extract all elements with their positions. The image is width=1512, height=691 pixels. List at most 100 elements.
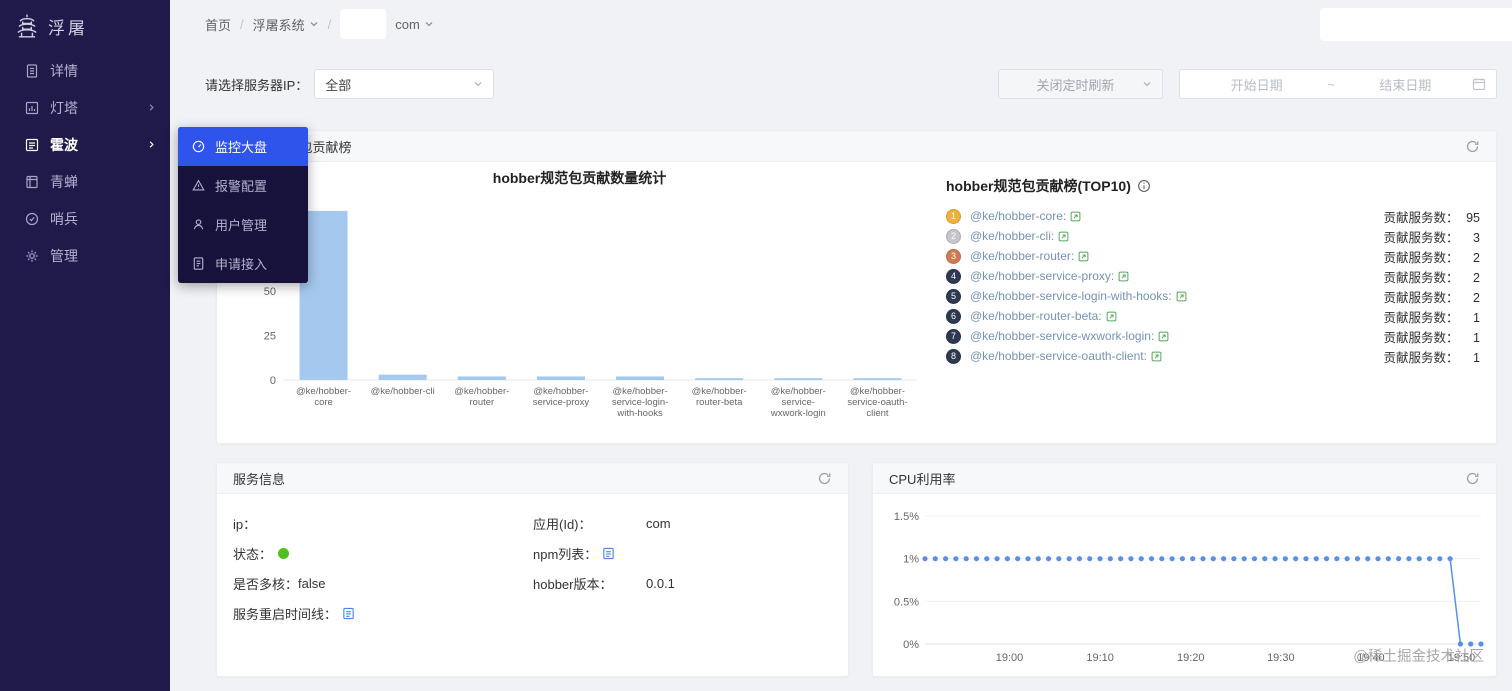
svg-text:core: core — [314, 397, 332, 408]
svg-text:19:30: 19:30 — [1267, 652, 1295, 664]
npm-list-icon[interactable] — [602, 547, 615, 560]
watermark: @稀土掘金技术社区 — [1353, 649, 1484, 665]
svg-text:@ke/hobber-: @ke/hobber- — [296, 386, 351, 397]
package-name[interactable]: @ke/hobber-cli: — [970, 229, 1054, 243]
top10-section: hobber规范包贡献榜(TOP10) 1 @ke/hobber-core: 贡献服… — [942, 162, 1496, 428]
auto-refresh-value: 关闭定时刷新 — [1036, 77, 1115, 93]
submenu-item-users[interactable]: 用户管理 — [178, 205, 308, 244]
sidebar-item-label: 详情 — [50, 62, 78, 79]
top10-title-text: hobber规范包贡献榜(TOP10) — [946, 178, 1131, 194]
sidebar-item-hobber[interactable]: 霍波 — [0, 126, 170, 163]
package-name[interactable]: @ke/hobber-service-login-with-hooks: — [970, 289, 1172, 303]
topbar: 首页 / 浮屠系统 / com — [170, 0, 1512, 48]
refresh-button[interactable] — [1465, 471, 1480, 486]
submenu-item-apply[interactable]: 申请接入 — [178, 244, 308, 283]
svg-text:router-beta: router-beta — [696, 397, 743, 408]
svg-text:@ke/hobber-: @ke/hobber- — [533, 386, 588, 397]
sidebar-item-manage[interactable]: 管理 — [0, 237, 170, 274]
svg-text:@ke/hobber-: @ke/hobber- — [454, 386, 509, 397]
package-link-icon[interactable] — [1151, 351, 1162, 362]
contribution-chart-section: hobber规范包贡献数量统计 0255075100@ke/hobber-cor… — [217, 162, 942, 428]
service-restart-row: 服务重启时间线： — [233, 598, 533, 628]
ip-label: ip： — [233, 516, 257, 532]
contribution-bar-chart: 0255075100@ke/hobber-core@ke/hobber-cli@… — [258, 197, 917, 419]
submenu-item-label: 报警配置 — [215, 179, 268, 194]
package-name[interactable]: @ke/hobber-service-oauth-client: — [970, 349, 1147, 363]
refresh-button[interactable] — [1465, 139, 1480, 154]
package-link-icon[interactable] — [1158, 331, 1169, 342]
date-separator: ~ — [1327, 76, 1335, 92]
package-name[interactable]: @ke/hobber-service-proxy: — [970, 269, 1114, 283]
service-empty-cell — [533, 598, 832, 628]
multicore-label: 是否多核： — [233, 576, 299, 592]
breadcrumb-system[interactable]: 浮屠系统 — [253, 15, 319, 34]
info-icon[interactable] — [1137, 179, 1151, 193]
svg-text:service-proxy: service-proxy — [533, 397, 590, 408]
top10-item: 5 @ke/hobber-service-login-with-hooks: 贡献服… — [946, 286, 1480, 306]
restart-timeline-icon[interactable] — [342, 607, 355, 620]
service-multicore-row: 是否多核： false — [233, 568, 533, 598]
status-label: 状态： — [233, 546, 273, 562]
breadcrumb-home[interactable]: 首页 — [205, 15, 231, 34]
sidebar-item-sentry[interactable]: 哨兵 — [0, 200, 170, 237]
svg-text:1%: 1% — [903, 554, 919, 566]
package-link-icon[interactable] — [1058, 231, 1069, 242]
top10-title: hobber规范包贡献榜(TOP10) — [946, 176, 1480, 196]
refresh-button[interactable] — [817, 471, 832, 486]
svg-text:19:20: 19:20 — [1177, 652, 1205, 664]
package-link-icon[interactable] — [1106, 311, 1117, 322]
top10-item: 2 @ke/hobber-cli: 贡献服务数： 3 — [946, 226, 1480, 246]
apply-document-icon — [193, 257, 204, 270]
breadcrumb-app-box[interactable] — [340, 9, 387, 39]
svg-text:19:10: 19:10 — [1086, 652, 1114, 664]
server-ip-select[interactable]: 全部 — [314, 69, 495, 99]
svg-text:@ke/hobber-: @ke/hobber- — [850, 386, 905, 397]
pagoda-logo-icon — [17, 14, 37, 38]
package-name[interactable]: @ke/hobber-router-beta: — [970, 309, 1102, 323]
top10-item: 1 @ke/hobber-core: 贡献服务数： 95 — [946, 206, 1480, 226]
multicore-value: false — [298, 575, 326, 591]
refresh-icon — [1466, 140, 1479, 152]
package-name[interactable]: @ke/hobber-service-wxwork-login: — [970, 329, 1154, 343]
cpu-panel-header: CPU利用率 — [873, 463, 1496, 494]
submenu-item-alerts[interactable]: 报警配置 — [178, 166, 308, 205]
contribution-count: 贡献服务数： 2 — [1383, 250, 1480, 265]
service-ip-row: ip： — [233, 508, 533, 538]
chevron-right-icon — [149, 104, 154, 111]
user-icon — [193, 219, 204, 230]
notebook-icon — [26, 175, 38, 188]
contribution-count: 贡献服务数： 95 — [1383, 210, 1480, 225]
server-ip-value: 全部 — [325, 77, 352, 93]
contribution-count: 贡献服务数： 1 — [1383, 350, 1480, 365]
svg-text:25: 25 — [264, 331, 276, 343]
contribution-panel: hobber规范包贡献榜 hobber规范包贡献数量统计 0255075100@… — [216, 130, 1497, 444]
submenu-item-label: 申请接入 — [215, 257, 268, 272]
sidebar-item-detail[interactable]: 详情 — [0, 52, 170, 89]
package-name[interactable]: @ke/hobber-core: — [970, 209, 1066, 223]
svg-text:wxwork-login: wxwork-login — [770, 408, 826, 419]
sidebar-item-cicada[interactable]: 青蝉 — [0, 163, 170, 200]
auto-refresh-select[interactable]: 关闭定时刷新 — [998, 69, 1163, 99]
breadcrumb-app[interactable]: com — [395, 17, 434, 32]
package-name[interactable]: @ke/hobber-router: — [970, 249, 1074, 263]
sidebar-nav: 详情 灯塔 霍波 青蝉 哨兵 管理 — [0, 52, 170, 274]
contribution-panel-body: hobber规范包贡献数量统计 0255075100@ke/hobber-cor… — [217, 162, 1496, 428]
package-link-icon[interactable] — [1176, 291, 1187, 302]
top10-item: 3 @ke/hobber-router: 贡献服务数： 2 — [946, 246, 1480, 266]
topbar-user-area[interactable] — [1320, 8, 1512, 41]
sidebar-item-lighthouse[interactable]: 灯塔 — [0, 89, 170, 126]
chevron-down-icon — [425, 22, 433, 27]
server-ip-label: 请选择服务器IP： — [205, 77, 309, 93]
date-range-picker[interactable]: 开始日期 ~ 结束日期 — [1179, 69, 1497, 99]
logo-text: 浮屠 — [48, 18, 88, 38]
package-link-icon[interactable] — [1070, 211, 1081, 222]
check-circle-icon — [25, 212, 39, 225]
breadcrumb-label: 首页 — [205, 17, 232, 33]
svg-text:0%: 0% — [903, 639, 919, 651]
package-link-icon[interactable] — [1078, 251, 1089, 262]
submenu-item-dashboard[interactable]: 监控大盘 — [178, 127, 308, 166]
logo[interactable]: 浮屠 — [0, 0, 170, 52]
sidebar: 浮屠 详情 灯塔 霍波 青蝉 哨兵 管理 — [0, 0, 170, 691]
top10-item: 6 @ke/hobber-router-beta: 贡献服务数： 1 — [946, 306, 1480, 326]
package-link-icon[interactable] — [1118, 271, 1129, 282]
